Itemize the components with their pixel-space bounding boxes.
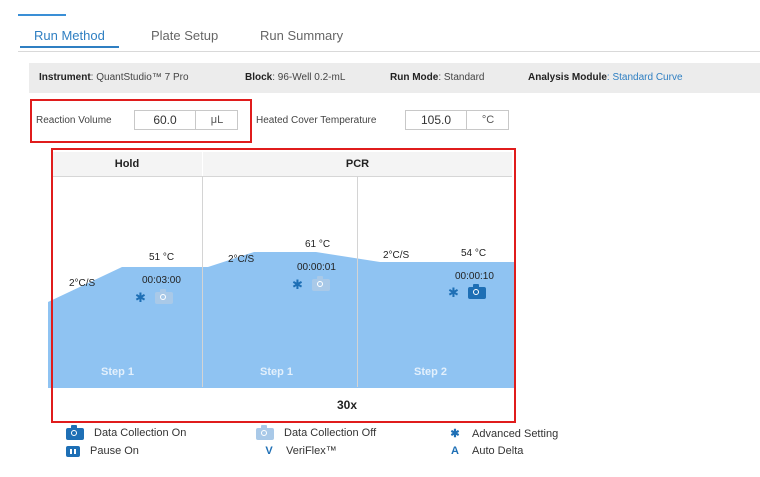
pcr-step2-temperature[interactable]: 54 °C xyxy=(461,248,486,259)
pcr-step2-icons: ✱ xyxy=(448,284,493,300)
camera-icon[interactable] xyxy=(155,289,173,304)
step-divider xyxy=(357,176,358,387)
hold-step1-ramp: 2°C/S xyxy=(69,278,96,289)
reaction-volume-field[interactable]: 60.0 μL xyxy=(134,110,238,130)
hold-step1-icons: ✱ xyxy=(135,289,180,305)
reaction-volume-label: Reaction Volume xyxy=(36,115,112,126)
heated-cover-label: Heated Cover Temperature xyxy=(256,115,377,126)
reaction-volume-value[interactable]: 60.0 xyxy=(135,111,195,129)
pcr-step1-temperature[interactable]: 61 °C xyxy=(305,239,330,250)
tab-run-method[interactable]: Run Method xyxy=(20,28,119,48)
heated-cover-value[interactable]: 105.0 xyxy=(406,111,466,129)
legend-auto-delta-label: Auto Delta xyxy=(472,445,524,457)
gear-icon[interactable]: ✱ xyxy=(292,278,303,291)
legend-data-collection-on: Data Collection On xyxy=(66,425,187,441)
stage-divider xyxy=(202,176,203,387)
top-accent-line xyxy=(18,14,66,16)
gear-icon: ✱ xyxy=(450,428,460,440)
hold-step1-time[interactable]: 00:03:00 xyxy=(142,275,181,286)
analysis-module-info: Analysis Module: Standard Curve xyxy=(528,72,683,83)
pcr-step2-ramp: 2°C/S xyxy=(383,250,410,261)
camera-icon[interactable] xyxy=(312,276,330,291)
tab-run-summary[interactable]: Run Summary xyxy=(260,28,343,43)
reaction-volume-unit: μL xyxy=(195,111,238,129)
veriflex-letter-icon: V xyxy=(265,445,273,457)
legend-data-collection-off: Data Collection Off xyxy=(256,425,377,441)
pcr-step1-time[interactable]: 00:00:01 xyxy=(297,262,336,273)
legend-advanced-label: Advanced Setting xyxy=(472,428,559,440)
block-info: Block: 96-Well 0.2-mL xyxy=(245,72,346,83)
camera-on-icon xyxy=(66,425,84,441)
legend-advanced-setting: ✱ Advanced Setting xyxy=(448,427,558,440)
pcr-step2-time[interactable]: 00:00:10 xyxy=(455,271,494,282)
gear-icon[interactable]: ✱ xyxy=(135,291,146,304)
pcr-cycles[interactable]: 30x xyxy=(337,398,357,412)
analysis-module-link[interactable]: : Standard Curve xyxy=(607,72,683,83)
pcr-step1-ramp: 2°C/S xyxy=(228,254,255,265)
pcr-step1-label: Step 1 xyxy=(260,366,294,378)
camera-off-icon xyxy=(256,425,274,441)
legend-pause-on: Pause On xyxy=(66,445,139,457)
legend-data-on-label: Data Collection On xyxy=(94,427,187,439)
hold-step1-temperature[interactable]: 51 °C xyxy=(149,252,174,263)
gear-icon[interactable]: ✱ xyxy=(448,286,459,299)
auto-delta-letter-icon: A xyxy=(451,445,459,457)
heated-cover-unit: °C xyxy=(466,111,509,129)
pcr-step2-label: Step 2 xyxy=(414,366,448,378)
tab-plate-setup[interactable]: Plate Setup xyxy=(151,28,218,43)
temperature-profile-graph xyxy=(48,252,516,388)
legend-veriflex: V VeriFlex™ xyxy=(262,445,337,457)
run-mode-info: Run Mode: Standard xyxy=(390,72,485,83)
heated-cover-field[interactable]: 105.0 °C xyxy=(405,110,509,130)
camera-icon[interactable] xyxy=(468,284,486,299)
thermal-profile-panel: Hold PCR xyxy=(48,148,516,423)
legend-pause-label: Pause On xyxy=(90,445,139,457)
pcr-step1-icons: ✱ xyxy=(292,276,337,292)
instrument-info: Instrument: QuantStudio™ 7 Pro xyxy=(39,72,189,83)
tab-bar: Run Method Plate Setup Run Summary xyxy=(18,28,760,52)
pause-icon xyxy=(66,445,80,457)
legend-data-off-label: Data Collection Off xyxy=(284,427,377,439)
legend-veriflex-label: VeriFlex™ xyxy=(286,445,337,457)
instrument-info-bar: Instrument: QuantStudio™ 7 Pro Block: 96… xyxy=(29,63,760,93)
legend-auto-delta: A Auto Delta xyxy=(448,445,523,457)
hold-step1-label: Step 1 xyxy=(101,366,135,378)
